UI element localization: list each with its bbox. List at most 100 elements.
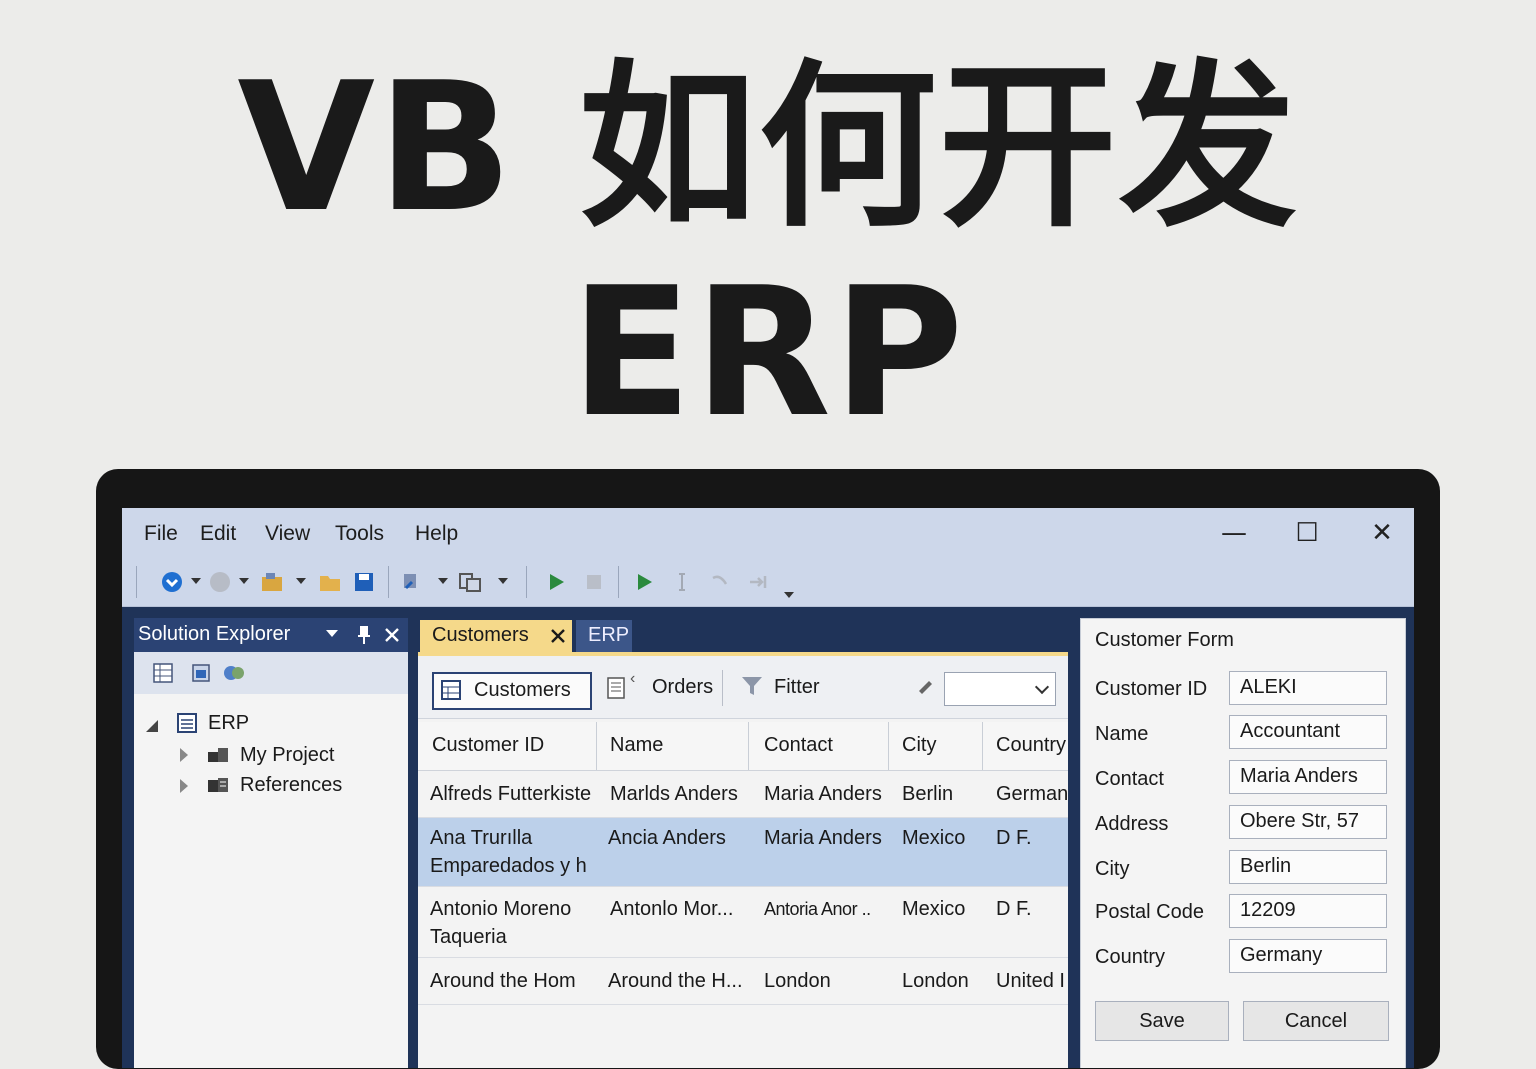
close-icon[interactable] [550, 628, 566, 644]
navigate-back-icon[interactable] [160, 570, 184, 594]
cancel-button[interactable]: Cancel [1243, 1001, 1389, 1041]
tab-erp[interactable]: ERP [576, 620, 632, 652]
redo-icon[interactable] [708, 570, 732, 594]
properties-icon[interactable] [152, 662, 174, 684]
run-icon[interactable] [632, 570, 656, 594]
filter-button[interactable]: Fitter [774, 676, 820, 699]
cell-city: London [902, 970, 969, 992]
cell-city: Mexico [902, 898, 966, 920]
column-divider[interactable] [888, 722, 889, 770]
expand-collapse-icon[interactable] [146, 720, 158, 732]
refresh-icon[interactable] [222, 662, 246, 684]
new-project-icon[interactable] [260, 570, 284, 594]
cell-city: Berlin [902, 783, 954, 805]
toolbar-overflow-icon[interactable] [784, 592, 794, 598]
chevron-down-icon[interactable] [438, 578, 448, 584]
chevron-right-icon[interactable] [180, 779, 188, 793]
stop-icon[interactable] [582, 570, 606, 594]
column-divider[interactable] [596, 722, 597, 770]
chevron-down-icon[interactable] [296, 578, 306, 584]
tree-item-erp[interactable]: ERP [208, 712, 249, 735]
cell-contact: London [764, 970, 831, 992]
menu-bar: File Edit View Tools Help — ☐ ✕ [122, 508, 1414, 558]
pin-icon[interactable] [356, 624, 372, 646]
chevron-right-icon[interactable] [180, 748, 188, 762]
cell-customer-id-line2: Emparedados y h [430, 855, 587, 877]
minimize-button[interactable]: — [1214, 518, 1254, 552]
chevron-down-icon[interactable] [326, 630, 338, 637]
start-debug-icon[interactable] [544, 570, 568, 594]
menu-edit[interactable]: Edit [200, 522, 236, 546]
close-icon[interactable] [384, 627, 400, 643]
name-field[interactable]: Accountant [1229, 715, 1387, 749]
orders-icon [607, 677, 625, 699]
save-icon[interactable] [352, 570, 376, 594]
menu-tools[interactable]: Tools [335, 522, 384, 546]
step-over-icon[interactable] [746, 570, 770, 594]
postal-code-field[interactable]: 12209 [1229, 894, 1387, 928]
cell-city: Mexico [902, 827, 966, 849]
cell-customer-id-line1: Antonio Moreno [430, 898, 572, 920]
table-row[interactable]: Antonio Moreno Taqueria Antonlo Mor... A… [418, 887, 1068, 958]
cell-name: Around the H... [608, 970, 743, 992]
chevron-down-icon[interactable] [191, 578, 201, 584]
navigate-forward-icon[interactable] [208, 570, 232, 594]
tree-item-my-project[interactable]: My Project [240, 744, 334, 767]
menu-help[interactable]: Help [415, 522, 458, 546]
column-header-city[interactable]: City [902, 734, 936, 757]
cell-name: Ancia Anders [608, 827, 726, 849]
table-row[interactable]: Alfreds Futterkiste Marlds Anders Maria … [418, 771, 1068, 818]
chevron-down-icon[interactable] [239, 578, 249, 584]
copy-icon[interactable] [458, 570, 482, 594]
maximize-button[interactable]: ☐ [1287, 518, 1327, 552]
headline-title: VB 如何开发 [237, 44, 1299, 251]
cell-contact: Maria Anders [764, 783, 882, 805]
solution-explorer-title: Solution Explorer [138, 623, 291, 645]
project-icon [208, 748, 228, 762]
tab-customers[interactable]: Customers [420, 620, 572, 652]
column-header-customer-id[interactable]: Customer ID [432, 734, 544, 757]
cell-country: D F. [996, 898, 1032, 920]
menu-view[interactable]: View [265, 522, 310, 546]
postal-code-label: Postal Code [1095, 901, 1204, 923]
text-cursor-icon[interactable] [670, 570, 694, 594]
cell-name: Antonlo Mor... [610, 898, 734, 920]
customer-id-field[interactable]: ALEKI [1229, 671, 1387, 705]
city-label: City [1095, 858, 1130, 880]
cell-country: United I [996, 970, 1065, 992]
undo-icon[interactable] [400, 570, 424, 594]
edit-pen-icon[interactable] [916, 676, 934, 694]
city-field[interactable]: Berlin [1229, 850, 1387, 884]
chevron-down-icon[interactable] [498, 578, 508, 584]
tab-label: ERP [588, 624, 630, 646]
save-button[interactable]: Save [1095, 1001, 1229, 1041]
table-icon [441, 680, 461, 700]
filter-icon [742, 677, 762, 695]
chevron-left-icon: ‹ [630, 670, 636, 687]
column-divider[interactable] [748, 722, 749, 770]
orders-button[interactable]: Orders [652, 676, 713, 699]
close-button[interactable]: ✕ [1362, 518, 1402, 552]
customer-form-title: Customer Form [1095, 629, 1234, 651]
address-field[interactable]: Obere Str, 57 [1229, 805, 1387, 839]
column-divider[interactable] [982, 722, 983, 770]
main-toolbar [122, 558, 1414, 607]
table-row[interactable]: Around the Hom Around the H... London Lo… [418, 958, 1068, 1005]
customers-button[interactable]: Customers [432, 672, 592, 710]
cell-country: D F. [996, 827, 1032, 849]
open-folder-icon[interactable] [318, 570, 342, 594]
column-header-country[interactable]: Country [996, 734, 1066, 757]
customer-form-panel: Customer Form Customer ID ALEKI Name Acc… [1080, 618, 1406, 1068]
column-header-contact[interactable]: Contact [764, 734, 833, 757]
toolbar-separator [388, 566, 389, 598]
table-row-selected[interactable]: Ana Trurılla Emparedados y h Ancia Ander… [418, 818, 1068, 887]
contact-field[interactable]: Maria Anders [1229, 760, 1387, 794]
tree-item-references[interactable]: References [240, 774, 342, 797]
country-field[interactable]: Germany [1229, 939, 1387, 973]
cell-contact: Maria Anders [764, 827, 882, 849]
show-all-files-icon[interactable] [190, 662, 212, 684]
menu-file[interactable]: File [144, 522, 178, 546]
toolbar-separator [526, 566, 527, 598]
filter-combobox[interactable] [944, 672, 1056, 706]
column-header-name[interactable]: Name [610, 734, 663, 757]
